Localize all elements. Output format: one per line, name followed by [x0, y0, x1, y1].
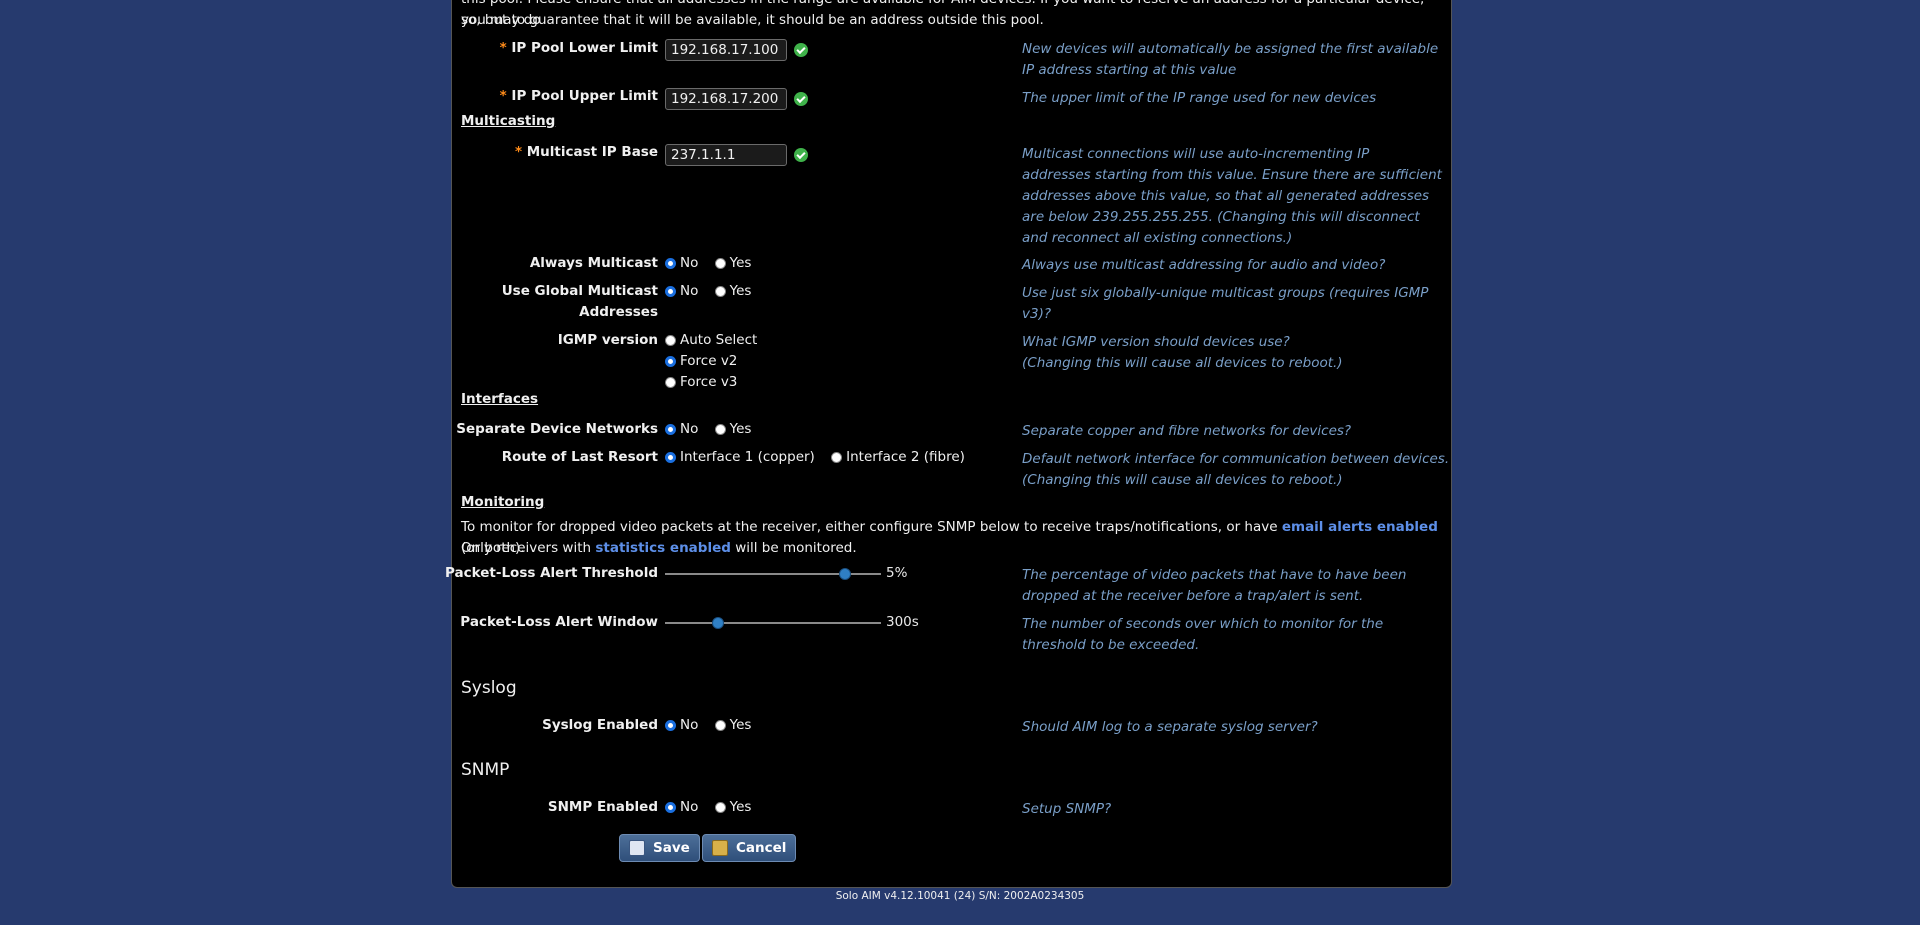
section-interfaces: Interfaces	[461, 391, 539, 407]
email-alerts-link[interactable]: email alerts enabled	[1282, 519, 1438, 535]
multicast-base-help: Multicast connections will use auto-incr…	[1022, 146, 1442, 246]
section-syslog: Syslog	[461, 678, 517, 698]
always-multicast-radio-group: No Yes	[665, 255, 751, 271]
separate-networks-label: Separate Device Networks	[456, 421, 658, 437]
syslog-help: Should AIM log to a separate syslog serv…	[1022, 719, 1318, 735]
ip-pool-upper-input[interactable]	[665, 88, 787, 110]
footer-version: Solo AIM v4.12.10041 (24) S/N: 2002A0234…	[835, 890, 1085, 902]
global-multicast-radio-group: No Yes	[665, 283, 751, 299]
section-monitoring: Monitoring	[461, 494, 545, 510]
syslog-radio-group: No Yes	[665, 717, 751, 733]
required-mark: *	[499, 40, 507, 56]
syslog-enabled-label: Syslog Enabled	[542, 717, 658, 733]
separate-networks-radio-group: No Yes	[665, 421, 751, 437]
snmp-no[interactable]: No	[665, 799, 698, 815]
snmp-radio-group: No Yes	[665, 799, 751, 815]
global-multicast-label-1: Use Global Multicast	[501, 283, 658, 299]
window-value: 300s	[886, 614, 919, 630]
packet-loss-window-label: Packet-Loss Alert Window	[460, 614, 658, 630]
igmp-version-label: IGMP version	[557, 332, 658, 348]
route-last-resort-label: Route of Last Resort	[501, 449, 658, 465]
floppy-disk-icon	[629, 840, 645, 856]
separate-networks-yes[interactable]: Yes	[714, 421, 751, 437]
monitoring-text-line-2: Only receivers with statistics enabled w…	[461, 540, 857, 556]
threshold-help: The percentage of video packets that hav…	[1022, 567, 1407, 604]
route-help-2: (Changing this will cause all devices to…	[1022, 472, 1343, 488]
syslog-yes[interactable]: Yes	[714, 717, 751, 733]
snmp-yes[interactable]: Yes	[714, 799, 751, 815]
separate-networks-no[interactable]: No	[665, 421, 698, 437]
igmp-help-2: (Changing this will cause all devices to…	[1022, 355, 1343, 371]
global-multicast-help: Use just six globally-unique multicast g…	[1022, 285, 1429, 322]
multicast-base-label: * Multicast IP Base	[514, 144, 658, 160]
multicast-base-input[interactable]	[665, 144, 787, 166]
cancel-door-icon	[712, 840, 728, 856]
ip-pool-lower-label: * IP Pool Lower Limit	[499, 40, 658, 56]
igmp-force-v3[interactable]: Force v3	[665, 374, 737, 390]
global-multicast-label-2: Addresses	[579, 304, 658, 320]
separate-networks-help: Separate copper and fibre networks for d…	[1022, 423, 1352, 439]
threshold-value: 5%	[886, 565, 908, 581]
route-interface-2[interactable]: Interface 2 (fibre)	[831, 449, 965, 465]
valid-check-icon	[794, 92, 808, 106]
always-multicast-help: Always use multicast addressing for audi…	[1022, 257, 1386, 273]
always-multicast-no[interactable]: No	[665, 255, 698, 271]
section-multicasting: Multicasting	[461, 113, 556, 129]
window-slider-track[interactable]	[665, 622, 881, 624]
syslog-no[interactable]: No	[665, 717, 698, 733]
settings-panel: this pool. Please ensure that all addres…	[445, 0, 1452, 888]
route-help-1: Default network interface for communicat…	[1022, 451, 1450, 467]
statistics-link[interactable]: statistics enabled	[595, 540, 731, 556]
save-button[interactable]: Save	[619, 834, 700, 862]
always-multicast-yes[interactable]: Yes	[714, 255, 751, 271]
route-interface-1[interactable]: Interface 1 (copper)	[665, 449, 815, 465]
window-slider-handle[interactable]	[711, 617, 724, 629]
igmp-force-v2[interactable]: Force v2	[665, 353, 737, 369]
window-help: The number of seconds over which to moni…	[1022, 616, 1384, 653]
ip-pool-upper-label: * IP Pool Upper Limit	[499, 88, 658, 104]
valid-check-icon	[794, 43, 808, 57]
igmp-help-1: What IGMP version should devices use?	[1022, 334, 1290, 350]
route-last-resort-radio-group: Interface 1 (copper) Interface 2 (fibre)	[665, 449, 965, 465]
global-multicast-yes[interactable]: Yes	[714, 283, 751, 299]
snmp-help: Setup SNMP?	[1022, 801, 1112, 817]
ip-pool-lower-input[interactable]	[665, 39, 787, 61]
ip-pool-upper-help: The upper limit of the IP range used for…	[1022, 90, 1377, 106]
snmp-enabled-label: SNMP Enabled	[547, 799, 658, 815]
cancel-button[interactable]: Cancel	[702, 834, 797, 862]
ip-pool-lower-help: New devices will automatically be assign…	[1022, 41, 1439, 78]
section-snmp: SNMP	[461, 760, 510, 780]
global-multicast-no[interactable]: No	[665, 283, 698, 299]
always-multicast-label: Always Multicast	[529, 255, 658, 271]
igmp-auto-select[interactable]: Auto Select	[665, 332, 757, 348]
threshold-slider-handle[interactable]	[839, 568, 852, 580]
valid-check-icon	[794, 148, 808, 162]
intro-line-2: so, but to guarantee that it will be ava…	[461, 12, 1044, 28]
packet-loss-threshold-label: Packet-Loss Alert Threshold	[444, 565, 658, 581]
